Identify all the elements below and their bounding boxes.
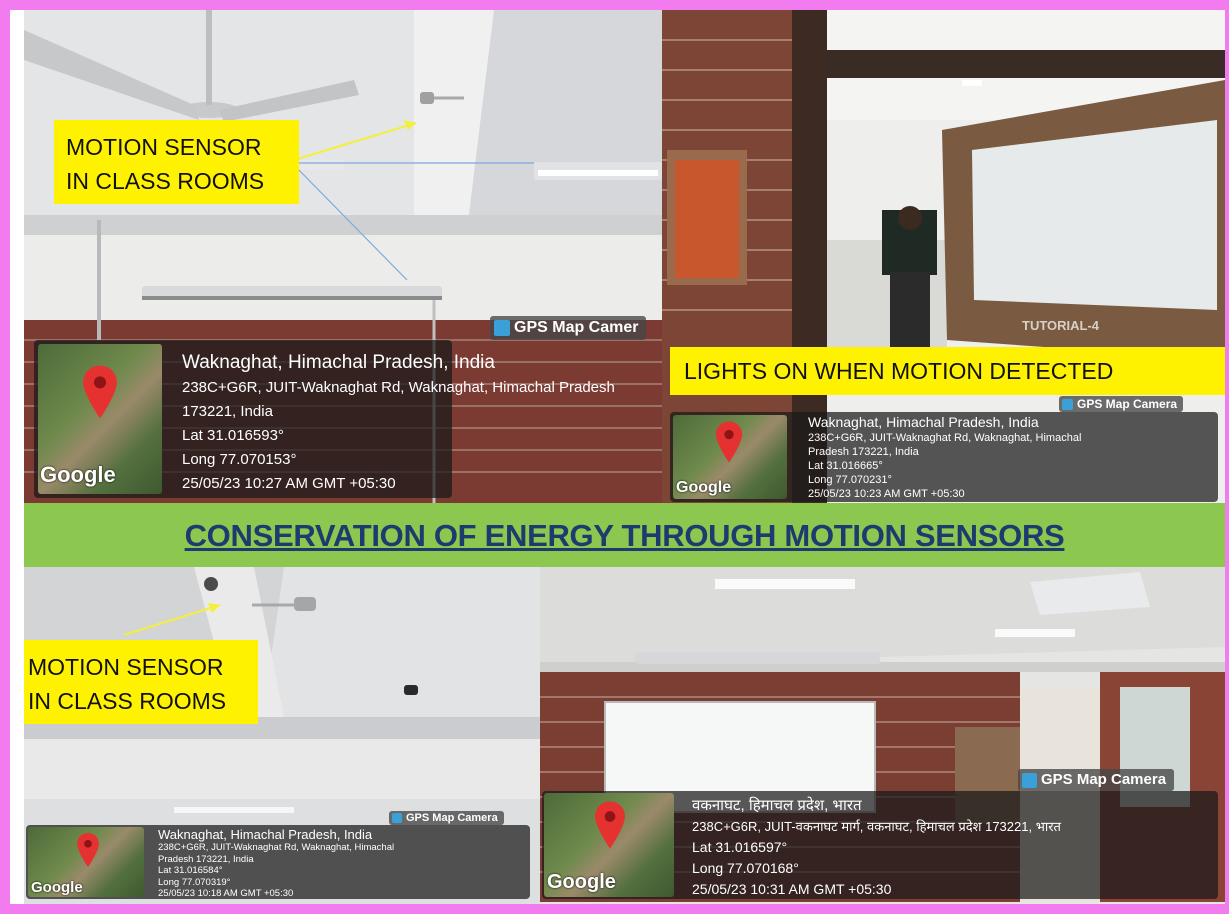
- gps-map-camera-tag: GPS Map Camer: [490, 316, 647, 340]
- motion-sensor-callout: MOTION SENSOR IN CLASS ROOMS: [24, 640, 258, 724]
- banner-title: CONSERVATION OF ENERGY THROUGH MOTION SE…: [184, 518, 1065, 553]
- gps-app-name: GPS Map Camera: [406, 812, 498, 824]
- gps-details: Waknaghat, Himachal Pradesh, India 238C+…: [808, 414, 1081, 501]
- satellite-map-thumbnail: Google: [544, 793, 674, 897]
- camera-icon: [494, 319, 510, 336]
- gps-info-card: Google Waknaghat, Himachal Pradesh, Indi…: [670, 412, 1218, 502]
- gps-address-line: 238C+G6R, JUIT-Waknaghat Rd, Waknaghat, …: [808, 432, 1082, 444]
- photo-bottom-right: GPS Map Camera Google वकनाघट, हिमाचल प्र…: [540, 567, 1225, 904]
- gps-latitude: Lat 31.016593°: [182, 427, 284, 444]
- gps-location: Waknaghat, Himachal Pradesh, India: [808, 414, 1039, 430]
- gps-address-line: Pradesh 173221, India: [808, 446, 919, 458]
- gps-timestamp: 25/05/23 10:23 AM GMT +05:30: [808, 488, 965, 500]
- map-pin-icon: [715, 421, 743, 463]
- gps-details: Waknaghat, Himachal Pradesh, India 238C+…: [182, 350, 615, 496]
- satellite-map-thumbnail: Google: [28, 827, 144, 897]
- gps-map-camera-tag: GPS Map Camera: [389, 811, 504, 825]
- gps-address-line: Pradesh 173221, India: [158, 853, 254, 865]
- gps-timestamp: 25/05/23 10:27 AM GMT +05:30: [182, 475, 396, 492]
- gps-latitude: Lat 31.016584°: [158, 865, 223, 876]
- gps-info-card: Google Waknaghat, Himachal Pradesh, Indi…: [26, 825, 530, 899]
- google-logo: Google: [547, 871, 616, 893]
- gps-map-camera-tag: GPS Map Camera: [1018, 769, 1175, 791]
- gps-longitude: Long 77.070168°: [692, 860, 799, 876]
- callout-line: LIGHTS ON WHEN MOTION DETECTED: [684, 358, 1114, 384]
- lights-on-callout: LIGHTS ON WHEN MOTION DETECTED: [670, 347, 1225, 395]
- gps-info-card: Google Waknaghat, Himachal Pradesh, Indi…: [34, 340, 615, 498]
- photo-bottom-left: MOTION SENSOR IN CLASS ROOMS GPS Map Cam…: [24, 567, 540, 904]
- gps-latitude: Lat 31.016597°: [692, 839, 788, 855]
- gps-longitude: Long 77.070231°: [808, 474, 892, 486]
- gps-location: Waknaghat, Himachal Pradesh, India: [182, 352, 495, 373]
- gps-latitude: Lat 31.016665°: [808, 460, 883, 472]
- map-pin-icon: [77, 833, 99, 867]
- door-sign: TUTORIAL-4: [1022, 318, 1100, 333]
- photo-top-left: MOTION SENSOR IN CLASS ROOMS GPS Map Cam…: [24, 10, 662, 503]
- title-banner: CONSERVATION OF ENERGY THROUGH MOTION SE…: [24, 503, 1225, 567]
- gps-timestamp: 25/05/23 10:31 AM GMT +05:30: [692, 881, 892, 897]
- gps-address-line: 238C+G6R, JUIT-वकनाघट मार्ग, वकनाघट, हिम…: [692, 819, 1061, 834]
- gps-app-name: GPS Map Camera: [1077, 397, 1178, 411]
- gps-info-card: Google वकनाघट, हिमाचल प्रदेश, भारत 238C+…: [542, 791, 1218, 899]
- gps-address-line: 238C+G6R, JUIT-Waknaghat Rd, Waknaghat, …: [158, 842, 395, 853]
- gps-longitude: Long 77.070153°: [182, 451, 297, 468]
- google-logo: Google: [31, 879, 83, 896]
- gps-location: वकनाघट, हिमाचल प्रदेश, भारत: [692, 797, 862, 814]
- gps-app-name: GPS Map Camer: [514, 319, 639, 336]
- satellite-map-thumbnail: Google: [673, 415, 787, 499]
- callout-line: IN CLASS ROOMS: [66, 168, 265, 194]
- google-logo: Google: [40, 462, 116, 487]
- callout-line: MOTION SENSOR: [66, 134, 262, 160]
- gps-details: वकनाघट, हिमाचल प्रदेश, भारत 238C+G6R, JU…: [692, 795, 1061, 900]
- camera-icon: [1062, 399, 1073, 411]
- map-pin-icon: [83, 365, 117, 419]
- camera-icon: [1022, 772, 1037, 788]
- photo-top-right: TUTORIAL-4 LIGHTS ON WHEN MOTION DETECTE…: [662, 10, 1225, 503]
- gps-longitude: Long 77.070319°: [158, 876, 231, 888]
- motion-sensor-callout: MOTION SENSOR IN CLASS ROOMS: [54, 120, 299, 204]
- gps-map-camera-tag: GPS Map Camera: [1059, 396, 1184, 412]
- satellite-map-thumbnail: Google: [38, 344, 162, 494]
- gps-timestamp: 25/05/23 10:18 AM GMT +05:30: [158, 888, 294, 899]
- map-pin-icon: [595, 801, 625, 849]
- gps-details: Waknaghat, Himachal Pradesh, India 238C+…: [158, 827, 394, 900]
- gps-app-name: GPS Map Camera: [1041, 771, 1167, 788]
- gps-location: Waknaghat, Himachal Pradesh, India: [158, 827, 373, 842]
- google-logo: Google: [676, 479, 732, 496]
- callout-line: MOTION SENSOR: [28, 654, 224, 680]
- gps-address-line: 173221, India: [182, 403, 273, 420]
- gps-address-line: 238C+G6R, JUIT-Waknaghat Rd, Waknaghat, …: [182, 379, 615, 396]
- callout-line: IN CLASS ROOMS: [28, 688, 227, 714]
- camera-icon: [392, 813, 402, 824]
